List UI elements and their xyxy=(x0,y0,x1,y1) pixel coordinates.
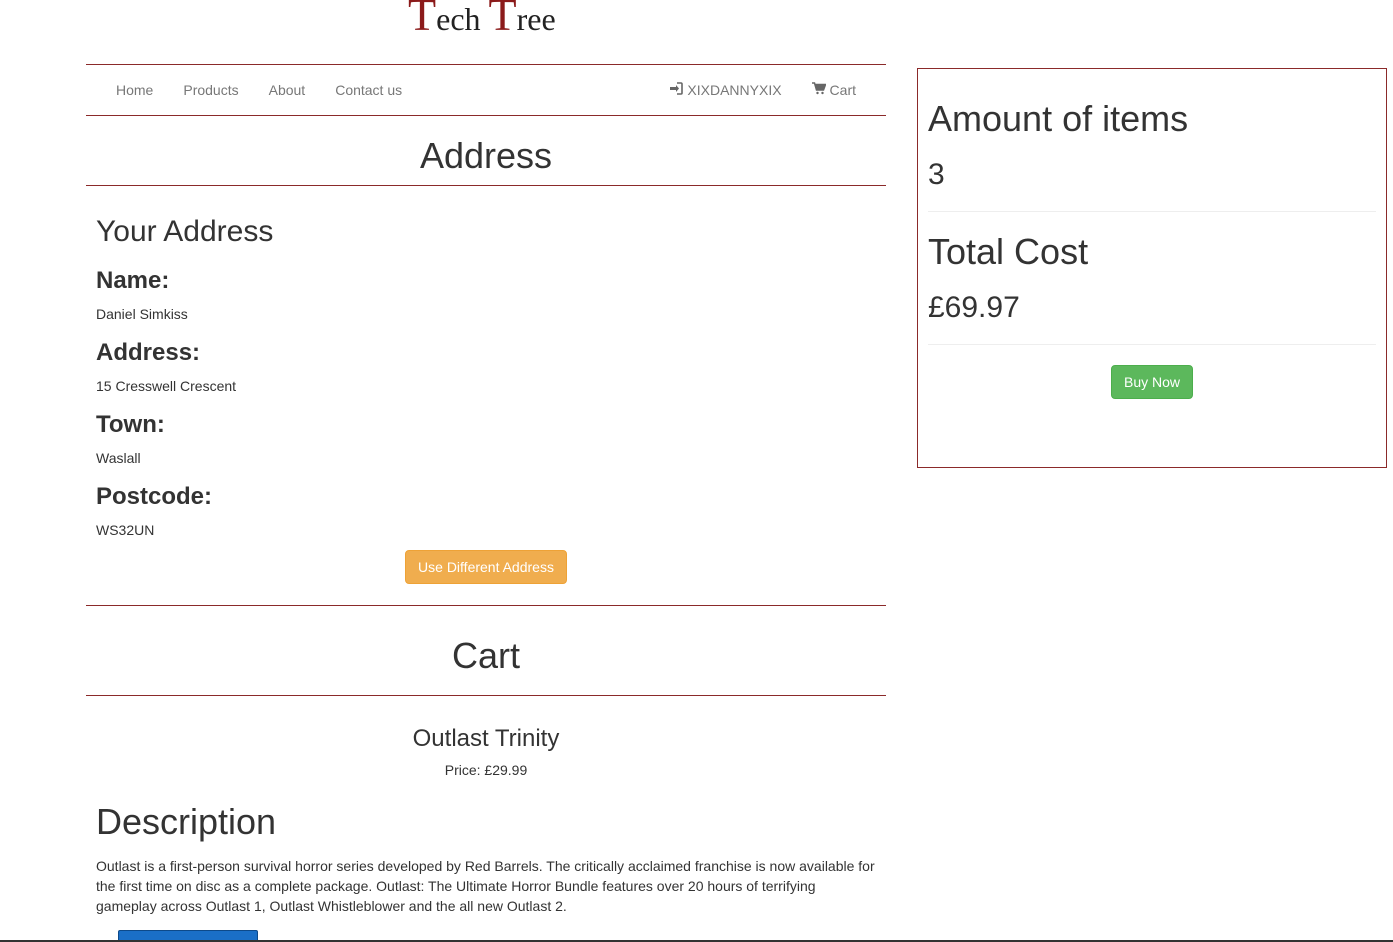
nav-products[interactable]: Products xyxy=(168,82,253,98)
order-summary-inner: Amount of items 3 Total Cost £69.97 Buy … xyxy=(918,99,1386,399)
logo-text-ech: ech xyxy=(436,1,489,37)
nav-contact[interactable]: Contact us xyxy=(320,82,417,98)
address-section-title: Address xyxy=(86,116,886,186)
town-label: Town: xyxy=(96,411,165,438)
use-different-address-button[interactable]: Use Different Address xyxy=(405,550,567,584)
main-column: Home Products About Contact us XIXDANNYX… xyxy=(86,64,886,942)
navbar: Home Products About Contact us XIXDANNYX… xyxy=(86,64,886,116)
address-value: 15 Cresswell Crescent xyxy=(96,378,237,394)
nav-cart-label: Cart xyxy=(829,82,856,98)
postcode-value: WS32UN xyxy=(96,522,155,538)
summary-divider-1 xyxy=(928,211,1376,212)
logo-text-ree: ree xyxy=(516,1,556,37)
change-address-wrap: Use Different Address xyxy=(86,550,886,606)
amount-of-items-value: 3 xyxy=(928,158,945,191)
order-summary-panel: Amount of items 3 Total Cost £69.97 Buy … xyxy=(917,68,1387,468)
nav-right: XIXDANNYXIX Cart xyxy=(654,65,871,115)
amount-of-items-heading: Amount of items xyxy=(928,98,1189,139)
nav-home[interactable]: Home xyxy=(101,82,168,98)
page: Tech Tree Home Products About Contact us… xyxy=(0,0,1393,942)
sign-in-icon xyxy=(669,82,684,98)
total-cost-value: £69.97 xyxy=(928,291,1020,324)
product-name: Outlast Trinity xyxy=(412,725,560,752)
summary-divider-2 xyxy=(928,344,1376,345)
total-cost-heading: Total Cost xyxy=(928,231,1089,272)
nav-cart-link[interactable]: Cart xyxy=(797,82,871,98)
logo-letter-t1: T xyxy=(408,0,437,40)
name-value: Daniel Simkiss xyxy=(96,306,188,322)
nav-user-link[interactable]: XIXDANNYXIX xyxy=(654,82,796,98)
description-text: Outlast is a first-person survival horro… xyxy=(96,858,875,914)
address-label: Address: xyxy=(96,339,201,366)
buy-now-wrap: Buy Now xyxy=(928,365,1376,399)
logo-letter-t2: T xyxy=(488,0,517,40)
nav-left: Home Products About Contact us xyxy=(101,65,417,115)
your-address-heading: Your Address xyxy=(96,215,274,248)
product-price: Price: £29.99 xyxy=(444,762,528,778)
shopping-cart-icon xyxy=(811,82,827,98)
nav-user-label: XIXDANNYXIX xyxy=(687,82,782,98)
address-body: Your Address Name: Daniel Simkiss Addres… xyxy=(86,214,886,606)
town-value: Waslall xyxy=(96,450,141,466)
name-label: Name: xyxy=(96,267,170,294)
description-heading: Description xyxy=(96,801,277,842)
nav-about[interactable]: About xyxy=(254,82,321,98)
buy-now-button[interactable]: Buy Now xyxy=(1110,365,1194,399)
postcode-label: Postcode: xyxy=(96,483,213,510)
tech-tree-logo[interactable]: Tech Tree xyxy=(408,0,556,41)
cart-section-title: Cart xyxy=(86,606,886,696)
